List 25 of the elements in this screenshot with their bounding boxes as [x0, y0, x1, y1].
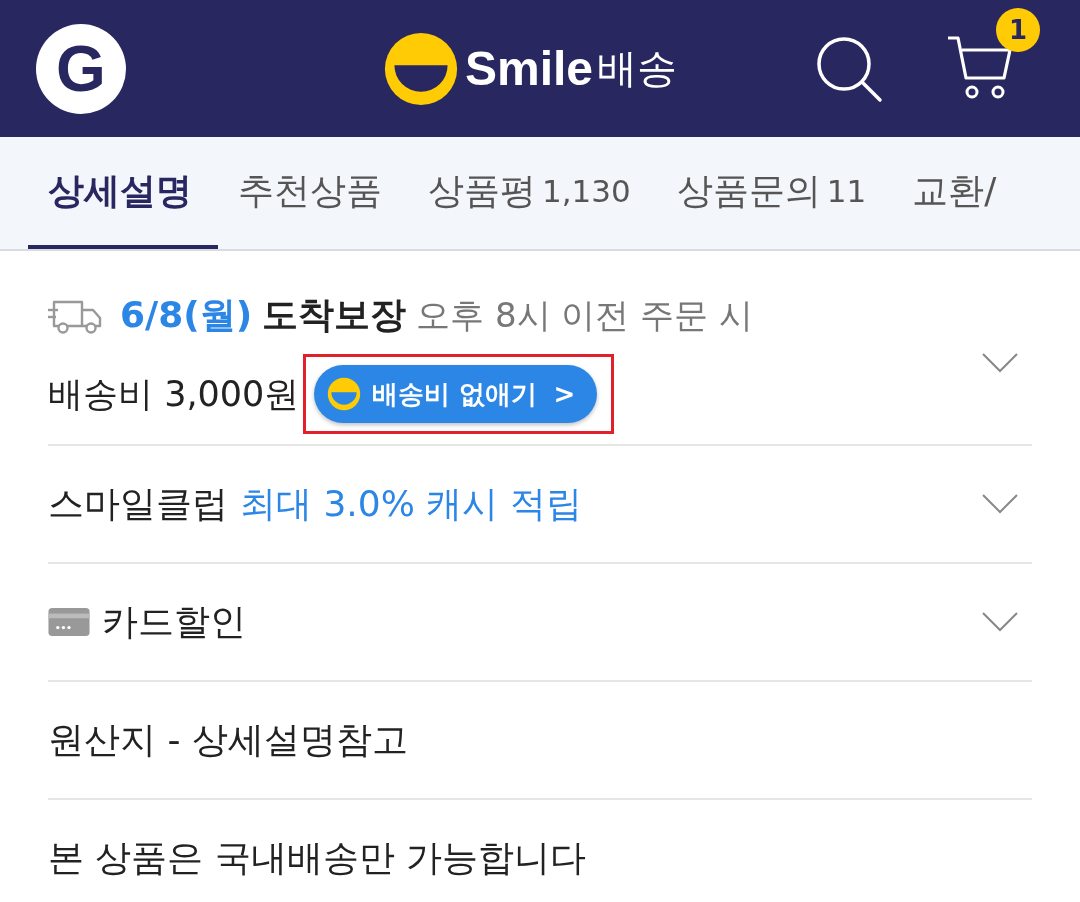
- row-label: 스마일클럽: [48, 481, 228, 526]
- chevron-icon[interactable]: [982, 494, 1018, 514]
- row-label: 원산지 - 상세설명참고: [48, 717, 408, 762]
- delivery-date: 6/8(월): [120, 293, 253, 337]
- order-deadline: 오후 8시 이전 주문 시: [416, 293, 754, 337]
- smile-icon: [326, 376, 363, 412]
- smile-icon: [383, 30, 459, 107]
- cart-count-badge: 1: [996, 7, 1040, 52]
- row-label: 본 상품은 국내배송만 가능합니다: [48, 835, 587, 880]
- g-logo[interactable]: G: [36, 23, 126, 114]
- tab[interactable]: 추천상품: [218, 137, 408, 249]
- brand-name: Smile: [465, 41, 594, 96]
- card-icon: [48, 608, 90, 636]
- brand-suffix: 배송: [597, 44, 678, 93]
- shipping-fee: 배송비 3,000원: [48, 372, 300, 416]
- tab[interactable]: 상세설명: [28, 137, 218, 249]
- guarantee-label: 도착보장: [262, 293, 407, 337]
- chevron-icon[interactable]: [982, 612, 1018, 632]
- tab[interactable]: 상품평 1,130: [408, 137, 657, 249]
- remove-fee-button[interactable]: 배송비 없애기 >: [314, 365, 598, 423]
- tab[interactable]: 교환/: [892, 137, 1023, 249]
- chevron-icon[interactable]: [982, 352, 1018, 373]
- tab[interactable]: 상품문의 11: [656, 137, 893, 249]
- row-label: 카드할인: [102, 599, 246, 644]
- cashback-info: 최대 3.0% 캐시 적립: [240, 481, 582, 526]
